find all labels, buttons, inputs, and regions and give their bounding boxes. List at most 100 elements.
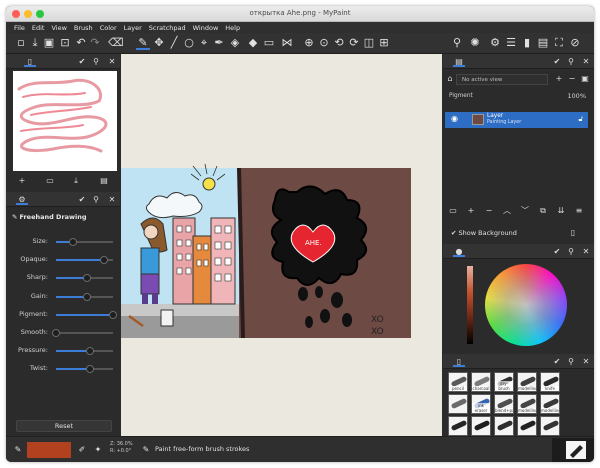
edit-color-icon[interactable]: ✐ bbox=[76, 444, 88, 456]
brush-preset[interactable] bbox=[540, 416, 560, 436]
color-tab-icon[interactable]: ● bbox=[453, 246, 465, 257]
param-slider-knob[interactable] bbox=[83, 292, 92, 301]
layers-pin-icon[interactable]: ✔ bbox=[551, 56, 563, 67]
show-background-toggle[interactable]: ✔ Show Background bbox=[451, 229, 517, 237]
canvas-area[interactable]: AHE. XO XO bbox=[121, 54, 442, 436]
menu-scratchpad[interactable]: Scratchpad bbox=[149, 24, 186, 32]
brush-preset[interactable] bbox=[517, 416, 537, 436]
rotate-left-icon[interactable]: ⟲ bbox=[332, 36, 346, 50]
current-color-swatch[interactable] bbox=[27, 442, 71, 458]
lower-layer-icon[interactable]: ﹀ bbox=[519, 205, 531, 217]
layer-row[interactable]: ◉ Layer Painting Layer 🔓︎ bbox=[445, 112, 588, 128]
brush-preset[interactable]: modelling bbox=[517, 394, 537, 414]
param-slider-knob[interactable] bbox=[83, 274, 92, 283]
brushes-tab-icon[interactable]: ▯ bbox=[453, 356, 465, 367]
color-picker-icon[interactable]: ✦ bbox=[92, 444, 104, 456]
pick-icon[interactable]: ⌖ bbox=[197, 36, 211, 50]
fullscreen-icon[interactable]: ⛶ bbox=[552, 36, 566, 50]
brush-status-icon[interactable]: ✎ bbox=[12, 444, 24, 456]
menu-window[interactable]: Window bbox=[193, 24, 219, 32]
brush-close-icon[interactable]: ✕ bbox=[106, 194, 118, 205]
background-settings-icon[interactable]: ▯ bbox=[567, 227, 579, 239]
brush-preset[interactable]: charcoal bbox=[471, 372, 491, 392]
inking-icon[interactable]: ◈ bbox=[228, 36, 242, 50]
brush-preset[interactable]: dry-brush bbox=[494, 372, 514, 392]
brush-preset[interactable] bbox=[471, 416, 491, 436]
help-icon[interactable]: ⊘ bbox=[568, 36, 582, 50]
scratch-save-icon[interactable]: ⤓ bbox=[70, 175, 82, 187]
scratchpad-tab-icon[interactable]: ▯ bbox=[24, 56, 36, 67]
param-slider-knob[interactable] bbox=[109, 310, 117, 319]
view-select[interactable]: No active view bbox=[456, 74, 548, 85]
add-layer-icon[interactable]: + bbox=[465, 205, 477, 217]
param-slider-knob[interactable] bbox=[86, 347, 95, 356]
undo-icon[interactable]: ↶ bbox=[74, 36, 88, 50]
color-menu-icon[interactable]: ▮ bbox=[520, 36, 534, 50]
value-slider[interactable] bbox=[467, 266, 473, 344]
frame-icon[interactable]: ▭ bbox=[262, 36, 276, 50]
layers-detach-icon[interactable]: ⚲ bbox=[565, 56, 577, 67]
new-file-icon[interactable]: ▫ bbox=[14, 36, 28, 50]
view-icon[interactable]: ⌂ bbox=[444, 73, 456, 85]
remove-layer-icon[interactable]: − bbox=[483, 205, 495, 217]
layers-tab-icon[interactable]: ▤ bbox=[453, 56, 465, 67]
color-detach-icon[interactable]: ⚲ bbox=[565, 246, 577, 257]
line-icon[interactable]: ╱ bbox=[167, 36, 181, 50]
brush-preset[interactable]: knife bbox=[540, 372, 560, 392]
param-slider-track[interactable] bbox=[56, 332, 113, 334]
menu-edit[interactable]: Edit bbox=[32, 24, 45, 32]
brush-preset[interactable]: ink eraser bbox=[471, 394, 491, 414]
param-slider-knob[interactable] bbox=[86, 365, 95, 374]
menu-help[interactable]: Help bbox=[225, 24, 240, 32]
color-wheel[interactable] bbox=[485, 264, 567, 346]
merge-layer-icon[interactable]: ⇊ bbox=[555, 205, 567, 217]
brush-preset[interactable] bbox=[448, 394, 468, 414]
visibility-icon[interactable]: ◉ bbox=[451, 114, 458, 123]
eraser-icon[interactable]: ⌫ bbox=[108, 36, 124, 50]
brushes-pin-icon[interactable]: ✔ bbox=[551, 356, 563, 367]
lock-icon[interactable]: 🔓︎ bbox=[578, 115, 583, 124]
ellipse-icon[interactable]: ○ bbox=[182, 36, 196, 50]
menu-layer[interactable]: Layer bbox=[124, 24, 142, 32]
color-pin-icon[interactable]: ✔ bbox=[551, 246, 563, 257]
brushes-detach-icon[interactable]: ⚲ bbox=[565, 356, 577, 367]
scratchpad-canvas[interactable] bbox=[13, 71, 117, 171]
brushes-menu-icon[interactable]: ⚲ bbox=[450, 36, 464, 50]
brush-pin-icon[interactable]: ✔ bbox=[76, 194, 88, 205]
layers-close-icon[interactable]: ✕ bbox=[580, 56, 592, 67]
layers-icon[interactable]: ☰ bbox=[504, 36, 518, 50]
duplicate-layer-icon[interactable]: ⧉ bbox=[537, 205, 549, 217]
param-slider-knob[interactable] bbox=[52, 329, 60, 337]
view-remove-icon[interactable]: − bbox=[566, 73, 578, 85]
menu-view[interactable]: View bbox=[51, 24, 66, 32]
blend-mode-select[interactable]: Pigment bbox=[449, 91, 545, 102]
zoom-out-icon[interactable]: ⊙ bbox=[317, 36, 331, 50]
scratch-new-icon[interactable]: ▤ bbox=[98, 175, 110, 187]
open-file-icon[interactable]: ⤓ bbox=[28, 36, 42, 50]
color-wheel-icon[interactable]: ✺ bbox=[468, 36, 482, 50]
rotate-right-icon[interactable]: ⟳ bbox=[347, 36, 361, 50]
menu-color[interactable]: Color bbox=[100, 24, 117, 32]
view-add-icon[interactable]: + bbox=[553, 73, 565, 85]
color-close-icon[interactable]: ✕ bbox=[580, 246, 592, 257]
symmetry-icon[interactable]: ⋈ bbox=[280, 36, 294, 50]
view-edit-icon[interactable]: ▣ bbox=[579, 73, 591, 85]
zoom-in-icon[interactable]: ⊕ bbox=[302, 36, 316, 50]
close-panel-icon[interactable]: ✕ bbox=[106, 56, 118, 67]
menu-file[interactable]: File bbox=[14, 24, 25, 32]
scratch-open-icon[interactable]: ▭ bbox=[44, 175, 56, 187]
menu-brush[interactable]: Brush bbox=[74, 24, 93, 32]
brush-settings-tab-icon[interactable]: ⚙ bbox=[16, 194, 28, 205]
pan-icon[interactable]: ✥ bbox=[152, 36, 166, 50]
redo-icon[interactable]: ↷ bbox=[88, 36, 102, 50]
mirror-icon[interactable]: ◫ bbox=[362, 36, 376, 50]
scratch-menu-icon[interactable]: ▤ bbox=[536, 36, 550, 50]
param-slider-knob[interactable] bbox=[100, 256, 109, 265]
brushes-close-icon[interactable]: ✕ bbox=[580, 356, 592, 367]
save-file-icon[interactable]: ▣ bbox=[42, 36, 56, 50]
fill-icon[interactable]: ✒ bbox=[212, 36, 226, 50]
settings-icon[interactable]: ⚙ bbox=[488, 36, 502, 50]
layer-opacity[interactable]: 100% bbox=[567, 91, 586, 102]
brush-preset[interactable]: modelling bbox=[517, 372, 537, 392]
brush-preset[interactable]: pencil bbox=[448, 372, 468, 392]
